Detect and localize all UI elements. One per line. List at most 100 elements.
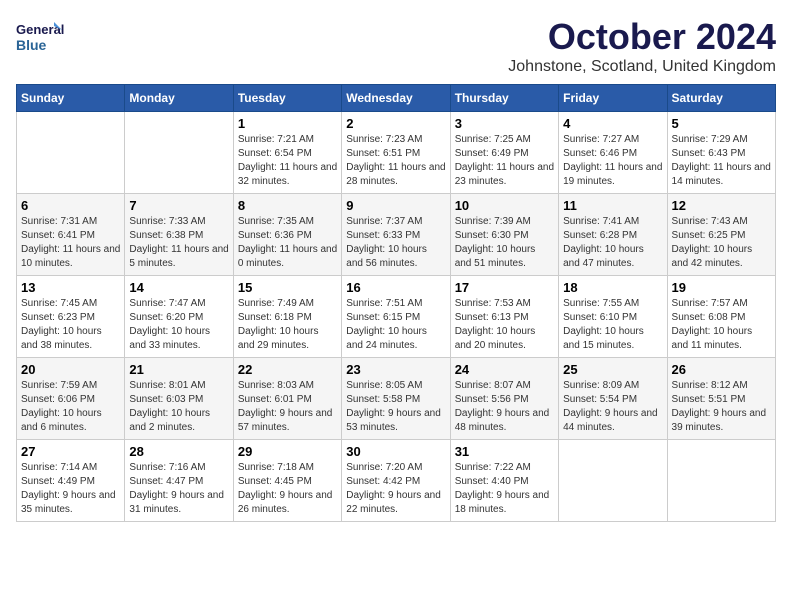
- sunrise-text: Sunrise: 7:55 AM: [563, 298, 639, 309]
- sunset-text: Sunset: 6:10 PM: [563, 312, 637, 323]
- daylight-text: Daylight: 9 hours and 39 minutes.: [672, 408, 767, 433]
- day-info: Sunrise: 7:16 AM Sunset: 4:47 PM Dayligh…: [129, 461, 228, 517]
- sunset-text: Sunset: 6:46 PM: [563, 148, 637, 159]
- calendar-cell: 16 Sunrise: 7:51 AM Sunset: 6:15 PM Dayl…: [342, 276, 450, 358]
- calendar-cell: 5 Sunrise: 7:29 AM Sunset: 6:43 PM Dayli…: [667, 112, 775, 194]
- sunrise-text: Sunrise: 7:22 AM: [455, 462, 531, 473]
- calendar-cell: [667, 440, 775, 522]
- day-number: 29: [238, 444, 337, 459]
- day-info: Sunrise: 7:35 AM Sunset: 6:36 PM Dayligh…: [238, 215, 337, 271]
- sunset-text: Sunset: 6:51 PM: [346, 148, 420, 159]
- sunrise-text: Sunrise: 8:01 AM: [129, 380, 205, 391]
- calendar-cell: 26 Sunrise: 8:12 AM Sunset: 5:51 PM Dayl…: [667, 358, 775, 440]
- sunrise-text: Sunrise: 7:23 AM: [346, 134, 422, 145]
- calendar-cell: 27 Sunrise: 7:14 AM Sunset: 4:49 PM Dayl…: [17, 440, 125, 522]
- calendar-week-2: 6 Sunrise: 7:31 AM Sunset: 6:41 PM Dayli…: [17, 194, 776, 276]
- svg-text:Blue: Blue: [16, 37, 47, 53]
- col-header-sunday: Sunday: [17, 85, 125, 112]
- calendar-cell: 3 Sunrise: 7:25 AM Sunset: 6:49 PM Dayli…: [450, 112, 558, 194]
- sunset-text: Sunset: 6:28 PM: [563, 230, 637, 241]
- sunset-text: Sunset: 5:58 PM: [346, 394, 420, 405]
- sunrise-text: Sunrise: 8:07 AM: [455, 380, 531, 391]
- day-info: Sunrise: 8:07 AM Sunset: 5:56 PM Dayligh…: [455, 379, 554, 435]
- sunset-text: Sunset: 6:08 PM: [672, 312, 746, 323]
- sunset-text: Sunset: 6:06 PM: [21, 394, 95, 405]
- svg-text:General: General: [16, 22, 64, 37]
- day-number: 12: [672, 198, 771, 213]
- daylight-text: Daylight: 11 hours and 19 minutes.: [563, 162, 662, 187]
- day-number: 1: [238, 116, 337, 131]
- day-info: Sunrise: 7:14 AM Sunset: 4:49 PM Dayligh…: [21, 461, 120, 517]
- day-number: 7: [129, 198, 228, 213]
- calendar-cell: 29 Sunrise: 7:18 AM Sunset: 4:45 PM Dayl…: [233, 440, 341, 522]
- day-number: 26: [672, 362, 771, 377]
- calendar-table: SundayMondayTuesdayWednesdayThursdayFrid…: [16, 84, 776, 522]
- calendar-cell: 9 Sunrise: 7:37 AM Sunset: 6:33 PM Dayli…: [342, 194, 450, 276]
- day-info: Sunrise: 7:59 AM Sunset: 6:06 PM Dayligh…: [21, 379, 120, 435]
- sunset-text: Sunset: 4:49 PM: [21, 476, 95, 487]
- day-info: Sunrise: 8:12 AM Sunset: 5:51 PM Dayligh…: [672, 379, 771, 435]
- day-number: 6: [21, 198, 120, 213]
- col-header-thursday: Thursday: [450, 85, 558, 112]
- calendar-cell: 30 Sunrise: 7:20 AM Sunset: 4:42 PM Dayl…: [342, 440, 450, 522]
- calendar-cell: 20 Sunrise: 7:59 AM Sunset: 6:06 PM Dayl…: [17, 358, 125, 440]
- day-info: Sunrise: 7:45 AM Sunset: 6:23 PM Dayligh…: [21, 297, 120, 353]
- calendar-cell: 1 Sunrise: 7:21 AM Sunset: 6:54 PM Dayli…: [233, 112, 341, 194]
- calendar-week-4: 20 Sunrise: 7:59 AM Sunset: 6:06 PM Dayl…: [17, 358, 776, 440]
- day-number: 27: [21, 444, 120, 459]
- day-info: Sunrise: 7:27 AM Sunset: 6:46 PM Dayligh…: [563, 133, 662, 189]
- calendar-week-3: 13 Sunrise: 7:45 AM Sunset: 6:23 PM Dayl…: [17, 276, 776, 358]
- sunset-text: Sunset: 6:18 PM: [238, 312, 312, 323]
- sunset-text: Sunset: 5:51 PM: [672, 394, 746, 405]
- calendar-cell: 23 Sunrise: 8:05 AM Sunset: 5:58 PM Dayl…: [342, 358, 450, 440]
- daylight-text: Daylight: 9 hours and 35 minutes.: [21, 490, 116, 515]
- calendar-cell: 8 Sunrise: 7:35 AM Sunset: 6:36 PM Dayli…: [233, 194, 341, 276]
- calendar-cell: 28 Sunrise: 7:16 AM Sunset: 4:47 PM Dayl…: [125, 440, 233, 522]
- calendar-cell: 11 Sunrise: 7:41 AM Sunset: 6:28 PM Dayl…: [559, 194, 667, 276]
- calendar-cell: 13 Sunrise: 7:45 AM Sunset: 6:23 PM Dayl…: [17, 276, 125, 358]
- page-header: General Blue October 2024 Johnstone, Sco…: [16, 16, 776, 76]
- daylight-text: Daylight: 11 hours and 28 minutes.: [346, 162, 445, 187]
- calendar-cell: 19 Sunrise: 7:57 AM Sunset: 6:08 PM Dayl…: [667, 276, 775, 358]
- daylight-text: Daylight: 11 hours and 32 minutes.: [238, 162, 337, 187]
- day-info: Sunrise: 7:51 AM Sunset: 6:15 PM Dayligh…: [346, 297, 445, 353]
- sunset-text: Sunset: 6:03 PM: [129, 394, 203, 405]
- day-number: 4: [563, 116, 662, 131]
- sunrise-text: Sunrise: 7:21 AM: [238, 134, 314, 145]
- sunset-text: Sunset: 6:33 PM: [346, 230, 420, 241]
- sunset-text: Sunset: 4:47 PM: [129, 476, 203, 487]
- daylight-text: Daylight: 10 hours and 2 minutes.: [129, 408, 210, 433]
- sunrise-text: Sunrise: 8:03 AM: [238, 380, 314, 391]
- calendar-cell: 21 Sunrise: 8:01 AM Sunset: 6:03 PM Dayl…: [125, 358, 233, 440]
- day-info: Sunrise: 7:25 AM Sunset: 6:49 PM Dayligh…: [455, 133, 554, 189]
- day-number: 3: [455, 116, 554, 131]
- day-number: 19: [672, 280, 771, 295]
- col-header-wednesday: Wednesday: [342, 85, 450, 112]
- day-info: Sunrise: 7:53 AM Sunset: 6:13 PM Dayligh…: [455, 297, 554, 353]
- daylight-text: Daylight: 9 hours and 48 minutes.: [455, 408, 550, 433]
- day-info: Sunrise: 7:29 AM Sunset: 6:43 PM Dayligh…: [672, 133, 771, 189]
- day-info: Sunrise: 7:18 AM Sunset: 4:45 PM Dayligh…: [238, 461, 337, 517]
- daylight-text: Daylight: 10 hours and 33 minutes.: [129, 326, 210, 351]
- sunset-text: Sunset: 6:41 PM: [21, 230, 95, 241]
- day-number: 31: [455, 444, 554, 459]
- sunrise-text: Sunrise: 7:31 AM: [21, 216, 97, 227]
- sunrise-text: Sunrise: 7:39 AM: [455, 216, 531, 227]
- sunset-text: Sunset: 6:30 PM: [455, 230, 529, 241]
- calendar-cell: 4 Sunrise: 7:27 AM Sunset: 6:46 PM Dayli…: [559, 112, 667, 194]
- day-info: Sunrise: 8:03 AM Sunset: 6:01 PM Dayligh…: [238, 379, 337, 435]
- sunrise-text: Sunrise: 7:29 AM: [672, 134, 748, 145]
- calendar-cell: 15 Sunrise: 7:49 AM Sunset: 6:18 PM Dayl…: [233, 276, 341, 358]
- sunset-text: Sunset: 4:45 PM: [238, 476, 312, 487]
- daylight-text: Daylight: 10 hours and 38 minutes.: [21, 326, 102, 351]
- col-header-monday: Monday: [125, 85, 233, 112]
- day-number: 16: [346, 280, 445, 295]
- sunrise-text: Sunrise: 7:43 AM: [672, 216, 748, 227]
- sunrise-text: Sunrise: 7:57 AM: [672, 298, 748, 309]
- calendar-cell: [559, 440, 667, 522]
- daylight-text: Daylight: 11 hours and 5 minutes.: [129, 244, 228, 269]
- day-info: Sunrise: 7:43 AM Sunset: 6:25 PM Dayligh…: [672, 215, 771, 271]
- sunrise-text: Sunrise: 7:18 AM: [238, 462, 314, 473]
- daylight-text: Daylight: 10 hours and 11 minutes.: [672, 326, 753, 351]
- calendar-week-1: 1 Sunrise: 7:21 AM Sunset: 6:54 PM Dayli…: [17, 112, 776, 194]
